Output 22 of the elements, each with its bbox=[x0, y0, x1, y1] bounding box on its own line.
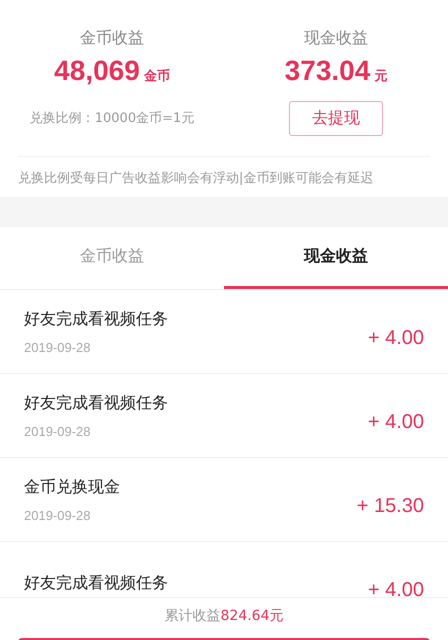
record-date: 2019-09-28 bbox=[24, 340, 92, 354]
record-title: 好友完成看视频任务 bbox=[24, 308, 168, 330]
summary-title: 现金收益 bbox=[304, 28, 368, 49]
record-title: 好友完成看视频任务 bbox=[24, 392, 168, 414]
summary-title: 金币收益 bbox=[80, 28, 144, 49]
record-amount: + 15.30 bbox=[356, 495, 424, 518]
summary-amount: 373.04 bbox=[284, 55, 370, 87]
record-date: 2019-09-28 bbox=[24, 508, 92, 522]
amount-unit: 金币 bbox=[144, 68, 170, 85]
total-amount: 824.64元 bbox=[220, 608, 284, 624]
exchange-rate: 兑换比例：10000金币=1元 bbox=[30, 110, 194, 127]
amount-unit: 元 bbox=[374, 68, 388, 85]
record-title: 金币兑换现金 bbox=[24, 476, 120, 498]
record-date: 2019-09-28 bbox=[24, 424, 92, 438]
record-title: 好友完成看视频任务 bbox=[24, 573, 168, 594]
total-label: 累计收益 bbox=[164, 608, 220, 624]
summary-amount: 48,069 bbox=[54, 55, 140, 87]
notice-text: 兑换比例受每日广告收益影响会有浮动|金币到账可能会有延迟 bbox=[18, 156, 430, 187]
record-amount: + 4.00 bbox=[368, 579, 424, 602]
record-amount: + 4.00 bbox=[368, 411, 424, 434]
withdraw-button[interactable]: 去提现 bbox=[289, 101, 383, 136]
record-amount: + 4.00 bbox=[368, 327, 424, 350]
